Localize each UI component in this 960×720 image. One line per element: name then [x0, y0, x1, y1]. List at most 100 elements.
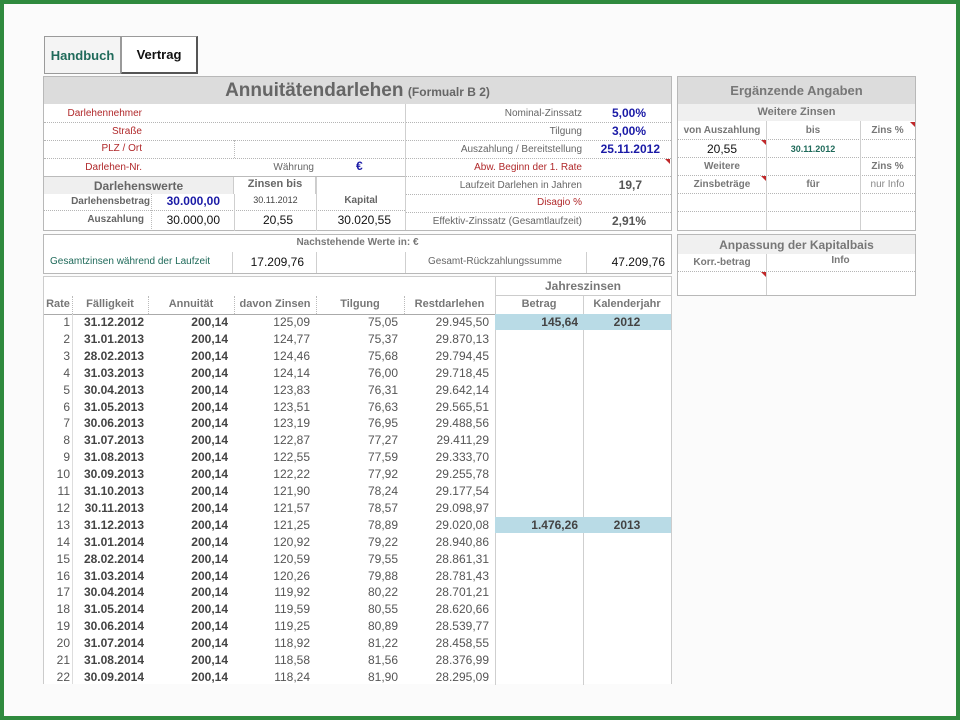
cell-tilgung: 81,56	[367, 653, 398, 667]
divider	[148, 296, 149, 314]
cell-annuitaet: 200,14	[191, 382, 228, 397]
plz-ort-input[interactable]	[146, 141, 404, 157]
cell-restdarlehen: 29.870,13	[435, 331, 489, 346]
zinsbetrag-input-1[interactable]	[678, 194, 766, 212]
cell-annuitaet: 200,14	[191, 551, 228, 566]
cell-tilgung: 80,22	[367, 585, 398, 600]
cell-annuitaet: 200,14	[191, 399, 228, 414]
label-darlehen-nr: Darlehen-Nr.	[85, 162, 142, 173]
cell-zinsen: 124,77	[273, 331, 310, 346]
label-darlehensnehmer: Darlehennehmer	[67, 108, 143, 119]
tilgung-input[interactable]: 3,00%	[584, 124, 646, 138]
cell-annuitaet: 200,14	[191, 450, 228, 465]
cell-restdarlehen: 28.701,21	[435, 585, 489, 600]
cell-restdarlehen: 28.861,31	[435, 551, 489, 566]
comment-marker-icon	[910, 122, 915, 127]
cell-faelligkeit: 31.08.2013	[83, 450, 144, 465]
nominal-zinssatz-input[interactable]: 5,00%	[584, 106, 646, 120]
divider	[316, 177, 317, 231]
label-rueckzahlung: Gesamt-Rückzahlungssumme	[428, 256, 562, 267]
cell-rate: 6	[63, 399, 70, 414]
jahreszinsen-header: Jahreszinsen	[495, 277, 671, 296]
cell-zinsen: 123,83	[273, 382, 310, 397]
subtitle-text: (Formualr B 2)	[407, 85, 490, 99]
label-darlehensbetrag: Darlehensbetrag	[71, 196, 150, 207]
cell-rate: 19	[56, 619, 70, 634]
weitere-zinsen-header: Weitere Zinsen	[678, 104, 915, 121]
title-text: Annuitätendarlehen	[225, 80, 404, 101]
cell-faelligkeit: 31.12.2013	[83, 517, 144, 532]
cell-zinsen: 122,87	[273, 433, 310, 448]
cell-tilgung: 78,57	[367, 500, 398, 515]
label-laufzeit: Laufzeit Darlehen in Jahren	[459, 180, 582, 191]
cell-rate: 7	[63, 416, 70, 431]
cell-faelligkeit: 30.09.2013	[83, 467, 144, 482]
table-row: 17 30.04.2014 200,14 119,92 80,22 28.701,21	[44, 584, 672, 601]
bis-date-input[interactable]: 30.11.2012	[766, 144, 860, 154]
table-row: 19 30.06.2014 200,14 119,25 80,89 28.539,77	[44, 618, 672, 635]
darlehensbetrag-input[interactable]: 30.000,00	[154, 194, 220, 208]
nachstehende-werte-label: Nachstehende Werte in: €	[296, 237, 419, 248]
gesamtzinsen-value: 17.209,76	[250, 255, 304, 269]
table-row: 16 31.03.2014 200,14 120,26 79,88 28.781,43	[44, 568, 672, 585]
cell-zinsen: 122,22	[273, 467, 310, 482]
korr-betrag-input[interactable]	[678, 272, 766, 295]
cell-zinsen: 120,59	[273, 551, 310, 566]
cell-annuitaet: 200,14	[191, 669, 228, 684]
cell-faelligkeit: 31.12.2012	[83, 315, 144, 329]
cell-zinsen: 123,19	[273, 416, 310, 431]
cell-restdarlehen: 29.488,56	[435, 416, 489, 431]
divider	[234, 296, 235, 314]
info-input[interactable]	[767, 272, 915, 295]
bis-label: bis	[805, 125, 821, 136]
fuer-input-2[interactable]	[767, 212, 860, 230]
cell-restdarlehen: 28.620,66	[435, 602, 489, 617]
cell-annuitaet: 200,14	[191, 517, 228, 532]
cell-zinsen: 118,24	[274, 669, 310, 684]
cell-annuitaet: 200,14	[191, 534, 228, 549]
zins-pct-input[interactable]	[861, 140, 915, 157]
table-row: 18 31.05.2014 200,14 119,59 80,55 28.620,66	[44, 601, 672, 618]
table-row: 8 31.07.2013 200,14 122,87 77,27 29.411,29	[44, 432, 672, 449]
strasse-input[interactable]	[146, 124, 404, 140]
cell-annuitaet: 200,14	[191, 585, 228, 600]
label-strasse: Straße	[111, 126, 142, 137]
cell-restdarlehen: 29.642,14	[435, 382, 489, 397]
cell-zinsen: 122,55	[273, 450, 310, 465]
cell-tilgung: 77,92	[367, 467, 398, 482]
tab-vertrag[interactable]: Vertrag	[121, 36, 198, 74]
divider	[234, 140, 235, 158]
disagio-input[interactable]	[584, 195, 670, 211]
nur-info-label: nur Info	[870, 179, 905, 190]
cell-faelligkeit: 30.09.2014	[83, 669, 144, 684]
cell-rate: 9	[63, 450, 70, 465]
zinsbetrag-input-2[interactable]	[678, 212, 766, 230]
cell-faelligkeit: 30.11.2013	[84, 500, 144, 515]
label-waehrung: Währung	[273, 162, 314, 173]
cell-tilgung: 76,00	[367, 365, 398, 380]
cell-faelligkeit: 31.10.2013	[83, 484, 144, 498]
auszahlung-date-input[interactable]: 25.11.2012	[584, 142, 660, 156]
cell-faelligkeit: 28.02.2014	[83, 551, 144, 566]
waehrung-value[interactable]: €	[356, 159, 370, 173]
table-row: 7 30.06.2013 200,14 123,19 76,95 29.488,56	[44, 415, 672, 432]
cell-faelligkeit: 31.05.2013	[83, 399, 144, 414]
tab-handbuch[interactable]: Handbuch	[44, 36, 121, 74]
row-line	[406, 194, 671, 195]
cell-rate: 8	[63, 433, 70, 448]
darlehensnehmer-input[interactable]	[146, 106, 404, 122]
page-title: Annuitätendarlehen (Formualr B 2)	[44, 80, 671, 102]
cell-zinsen: 119,92	[274, 585, 310, 600]
cell-restdarlehen: 29.945,50	[435, 315, 489, 329]
cell-restdarlehen: 29.020,08	[435, 517, 489, 532]
row-line	[678, 211, 915, 212]
zinsbetraege-label: Zinsbeträge	[693, 179, 751, 190]
col-header-davon-zinsen: davon Zinsen	[239, 298, 311, 310]
row-line	[406, 158, 671, 159]
col-header-betrag: Betrag	[521, 298, 557, 310]
fuer-input-1[interactable]	[767, 194, 860, 212]
table-row: 4 31.03.2013 200,14 124,14 76,00 29.718,45	[44, 365, 672, 382]
cell-tilgung: 75,05	[367, 315, 398, 329]
abw-beginn-input[interactable]	[584, 160, 670, 176]
cell-rate: 16	[56, 568, 70, 583]
